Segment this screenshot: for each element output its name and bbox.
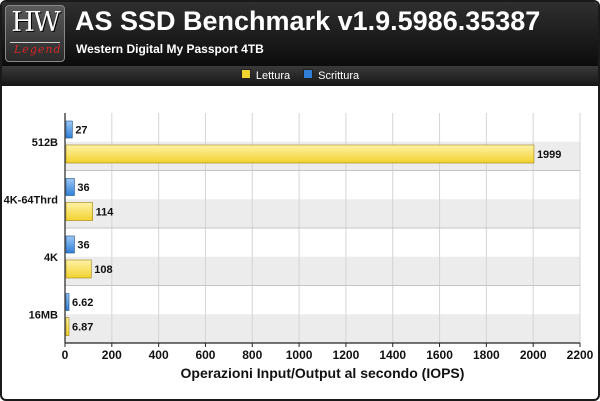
x-tick-label: 200 xyxy=(102,348,122,362)
category-band xyxy=(65,199,580,228)
x-tick-label: 2200 xyxy=(567,348,594,362)
category-label: 4K-64Thrd xyxy=(4,194,58,206)
x-tick-label: 400 xyxy=(149,348,169,362)
x-axis-label: Operazioni Input/Output al secondo (IOPS… xyxy=(181,365,465,381)
data-label-lettura: 114 xyxy=(96,207,115,219)
data-label-lettura: 6.87 xyxy=(72,322,93,334)
data-label-lettura: 108 xyxy=(94,264,112,276)
x-tick-label: 1000 xyxy=(286,348,313,362)
category-band xyxy=(65,256,580,286)
bar-lettura xyxy=(65,144,535,164)
category-label: 512B xyxy=(32,137,58,149)
data-label-scrittura: 36 xyxy=(77,240,89,252)
bar-scrittura xyxy=(65,293,70,311)
data-label-scrittura: 27 xyxy=(75,125,87,137)
data-label-lettura: 1999 xyxy=(537,149,561,161)
chart-frame: HW Legend AS SSD Benchmark v1.9.5986.353… xyxy=(0,0,600,401)
x-tick-label: 800 xyxy=(242,348,262,362)
x-tick-label: 1600 xyxy=(426,348,453,362)
x-tick-label: 1400 xyxy=(379,348,406,362)
x-tick-label: 600 xyxy=(195,348,215,362)
data-label-scrittura: 36 xyxy=(77,182,89,194)
x-tick-label: 2000 xyxy=(520,348,547,362)
bar-chart: 0 200 400 600 800 1000 1200 1400 1600 1800 2000 220… xyxy=(4,113,594,381)
bar-lettura xyxy=(65,259,92,279)
category-label: 16MB xyxy=(29,309,58,321)
x-tick-label: 0 xyxy=(62,348,69,362)
category-label: 4K xyxy=(44,252,58,264)
bar-lettura xyxy=(65,317,70,336)
bar-scrittura xyxy=(65,120,73,139)
category-band xyxy=(65,314,580,343)
bar-scrittura xyxy=(65,178,75,196)
data-label-scrittura: 6.62 xyxy=(72,297,93,309)
x-tick-label: 1200 xyxy=(333,348,360,362)
bar-scrittura xyxy=(65,235,75,254)
x-tick-label: 1800 xyxy=(473,348,500,362)
bar-lettura xyxy=(65,202,93,221)
